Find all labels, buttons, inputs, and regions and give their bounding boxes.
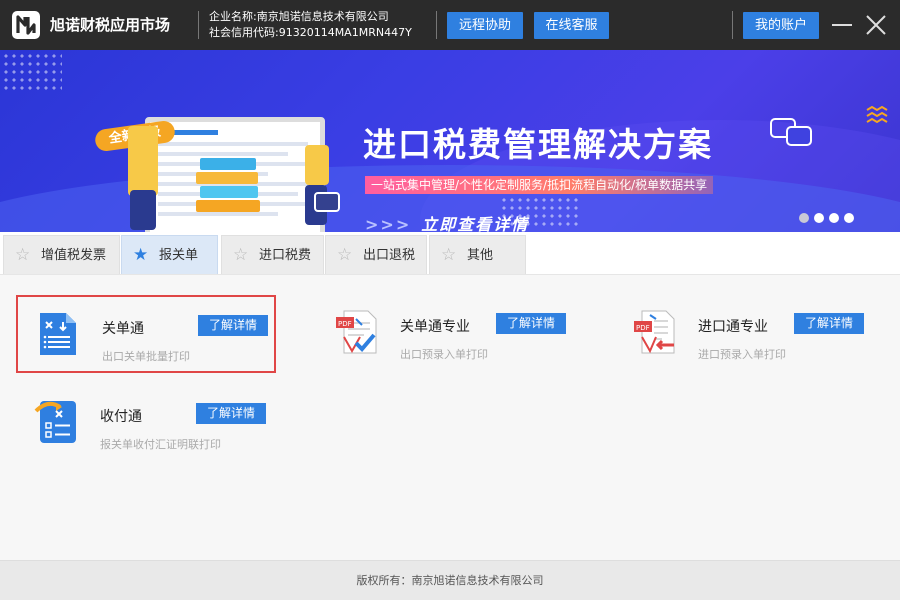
tab-label: 出口退税: [363, 248, 416, 263]
learn-more-button[interactable]: 了解详情: [196, 403, 266, 424]
footer: 版权所有：南京旭诺信息技术有限公司: [0, 560, 900, 600]
pdf-import-icon: PDF: [634, 310, 675, 354]
app-name: 关单通: [102, 321, 144, 337]
app-description: 进口预录入单打印: [698, 348, 786, 361]
person-illustration: [128, 126, 158, 196]
carousel-dot[interactable]: [829, 213, 839, 223]
divider: [198, 11, 199, 39]
online-service-button[interactable]: 在线客服: [534, 12, 609, 39]
person-illustration: [305, 145, 329, 185]
app-logo: [12, 11, 40, 39]
copyright-text: 版权所有：南京旭诺信息技术有限公司: [356, 574, 544, 587]
pdf-check-icon: PDF: [336, 310, 377, 354]
app-card-shoufutong[interactable]: 收付通 报关单收付汇证明联打印 了解详情: [16, 385, 276, 463]
remote-assist-button[interactable]: 远程协助: [447, 12, 523, 39]
my-account-button[interactable]: 我的账户: [743, 12, 819, 39]
close-icon: [866, 15, 886, 35]
minimize-icon: [832, 24, 852, 26]
app-description: 出口关单批量打印: [102, 350, 190, 363]
book-illustration: [196, 200, 260, 212]
divider: [436, 11, 437, 39]
tab-export-refund[interactable]: ☆ 出口退税: [325, 235, 427, 274]
carousel-dot[interactable]: [814, 213, 824, 223]
carousel-dot[interactable]: [844, 213, 854, 223]
screen-line: [158, 142, 308, 146]
document-download-icon: [40, 313, 76, 355]
star-icon: ☆: [441, 245, 457, 265]
app-name: 关单通专业: [400, 319, 470, 335]
app-card-guandantong-pro[interactable]: PDF 关单通专业 出口预录入单打印 了解详情: [316, 295, 576, 373]
star-icon: ☆: [15, 245, 31, 265]
briefcase-illustration: [314, 192, 340, 212]
promo-banner[interactable]: 全新升级 进口税费管理解决方案 一站式集中管理/个性化定制服务/抵扣流程自动化/…: [0, 50, 900, 232]
app-name: 旭诺财税应用市场: [50, 16, 171, 34]
checklist-icon: [34, 401, 76, 443]
svg-text:PDF: PDF: [338, 320, 352, 328]
title-bar: 旭诺财税应用市场 企业名称:南京旭诺信息技术有限公司 社会信用代码:913201…: [0, 0, 900, 50]
app-description: 报关单收付汇证明联打印: [100, 438, 221, 451]
dot-pattern: [2, 52, 62, 92]
star-icon: ★: [133, 245, 149, 265]
app-card-guandantong[interactable]: 关单通 出口关单批量打印 了解详情: [16, 295, 276, 373]
company-info: 企业名称:南京旭诺信息技术有限公司 社会信用代码:91320114MA1MRN4…: [209, 9, 412, 41]
app-grid: 关单通 出口关单批量打印 了解详情 PDF 关单通专业 出口预录入单打印 了解详…: [0, 274, 900, 560]
learn-more-button[interactable]: 了解详情: [496, 313, 566, 334]
tab-customs-declaration[interactable]: ★ 报关单: [121, 235, 218, 274]
book-illustration: [200, 158, 256, 170]
divider: [732, 11, 733, 39]
credit-code: 社会信用代码:91320114MA1MRN447Y: [209, 26, 412, 39]
app-description: 出口预录入单打印: [400, 348, 488, 361]
app-name: 收付通: [100, 409, 142, 425]
screen-line: [158, 212, 278, 216]
star-icon: ☆: [233, 245, 249, 265]
tab-label: 其他: [467, 248, 494, 263]
banner-cta-arrows: >>>: [365, 215, 412, 232]
tab-label: 增值税发票: [41, 248, 107, 263]
book-illustration: [200, 186, 258, 198]
learn-more-button[interactable]: 了解详情: [794, 313, 864, 334]
screen-line: [158, 152, 288, 156]
learn-more-button[interactable]: 了解详情: [198, 315, 268, 336]
person-illustration: [130, 190, 156, 230]
banner-cta[interactable]: >>> 立即查看详情: [365, 211, 529, 232]
minimize-button[interactable]: [829, 10, 855, 40]
tab-label: 报关单: [159, 248, 199, 263]
tab-other[interactable]: ☆ 其他: [429, 235, 526, 274]
category-tabs: ☆ 增值税发票 ★ 报关单 ☆ 进口税费 ☆ 出口退税 ☆ 其他: [0, 232, 900, 274]
company-name: 企业名称:南京旭诺信息技术有限公司: [209, 10, 389, 23]
chat-bubble-icon: [786, 126, 812, 146]
zigzag-decoration: [866, 106, 888, 124]
close-button[interactable]: [863, 10, 889, 40]
book-illustration: [196, 172, 258, 184]
banner-subtitle: 一站式集中管理/个性化定制服务/抵扣流程自动化/税单数据共享: [365, 176, 714, 194]
svg-text:PDF: PDF: [636, 324, 650, 332]
tab-vat-invoice[interactable]: ☆ 增值税发票: [3, 235, 120, 274]
app-name: 进口通专业: [698, 319, 768, 335]
tab-label: 进口税费: [259, 248, 312, 263]
banner-cta-label: 立即查看详情: [421, 215, 530, 232]
carousel-dot[interactable]: [799, 213, 809, 223]
banner-title: 进口税费管理解决方案: [363, 125, 713, 164]
app-card-jinkoutong-pro[interactable]: PDF 进口通专业 进口预录入单打印 了解详情: [614, 295, 874, 373]
tab-import-tax[interactable]: ☆ 进口税费: [221, 235, 324, 274]
star-icon: ☆: [337, 245, 353, 265]
